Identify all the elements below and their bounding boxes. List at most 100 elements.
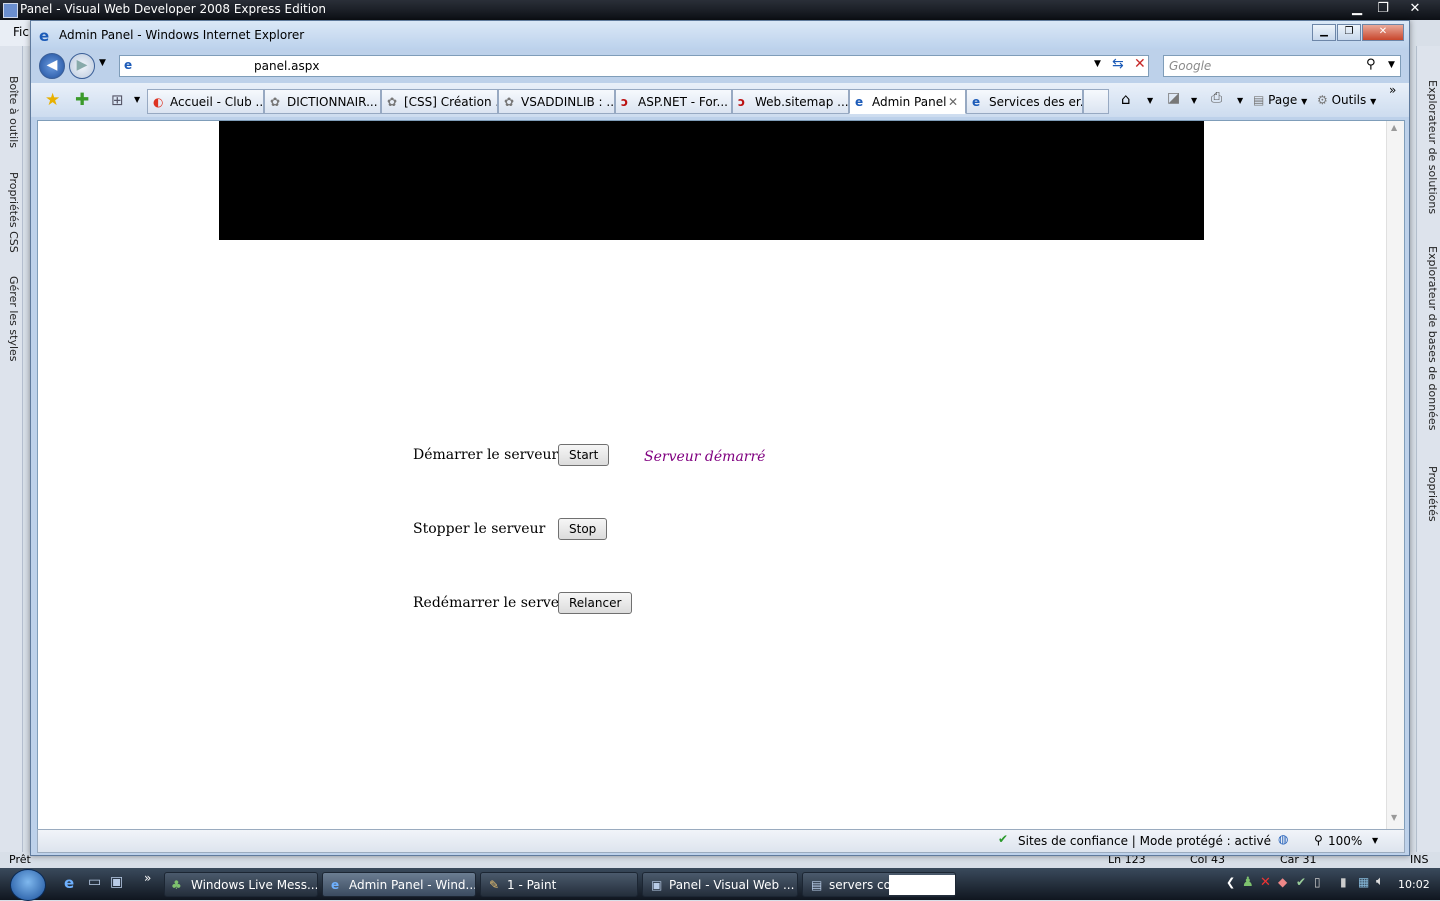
checkmark-icon: ✔ bbox=[998, 832, 1009, 846]
page-menu[interactable]: ▤ Page ▼ bbox=[1253, 93, 1307, 107]
restart-label: Redémarrer le serveur bbox=[413, 595, 575, 611]
page-icon: e bbox=[124, 58, 133, 72]
tab-label: ASP.NET - For... bbox=[638, 95, 728, 109]
taskbar-item-visual-web[interactable]: ▣ Panel - Visual Web ... bbox=[642, 872, 798, 897]
properties-tab[interactable]: Propriétés bbox=[1421, 466, 1439, 522]
more-commands-icon[interactable]: » bbox=[1389, 83, 1396, 97]
ie-minimize-icon[interactable]: ▁ bbox=[1312, 24, 1336, 41]
ie-title-bar: e Admin Panel - Windows Internet Explore… bbox=[31, 21, 1409, 49]
ready-status: Prêt bbox=[9, 853, 31, 866]
home-icon[interactable]: ⌂ bbox=[1121, 90, 1131, 108]
refresh-icon[interactable]: ⇆ bbox=[1112, 56, 1124, 72]
messenger-icon: ♣ bbox=[171, 878, 182, 892]
manage-styles-tab[interactable]: Gérer les styles bbox=[2, 276, 20, 362]
tab-web-sitemap[interactable]: ɔ Web.sitemap ... bbox=[732, 89, 849, 114]
address-bar[interactable]: e panel.aspx ▼ ⇆ ✕ bbox=[119, 55, 1149, 77]
more-quicklaunch-icon[interactable]: » bbox=[144, 871, 151, 885]
quick-tabs-icon[interactable]: ⊞ bbox=[111, 91, 124, 109]
ins-status: INS bbox=[1410, 853, 1429, 866]
new-tab-button[interactable] bbox=[1083, 89, 1109, 114]
tab-accueil[interactable]: ◐ Accueil - Club ... bbox=[147, 89, 264, 114]
tab-close-icon[interactable]: ✕ bbox=[948, 90, 958, 113]
tab-label: DICTIONNAIR... bbox=[287, 95, 378, 109]
ie-window-title: Admin Panel - Windows Internet Explorer bbox=[59, 28, 305, 42]
tray-app-icon[interactable]: ◆ bbox=[1278, 875, 1287, 889]
css-properties-tab[interactable]: Propriétés CSS bbox=[2, 172, 20, 253]
taskbar-item-servers[interactable]: ▤ servers cod bbox=[802, 872, 956, 897]
taskbar-item-label: 1 - Paint bbox=[507, 878, 557, 892]
back-arrow-icon[interactable]: ◀ bbox=[39, 53, 65, 79]
database-explorer-tab[interactable]: Explorateur de bases de données bbox=[1421, 246, 1439, 430]
zoom-dropdown-icon[interactable]: ▼ bbox=[1372, 836, 1378, 845]
scroll-down-icon[interactable]: ▼ bbox=[1391, 813, 1397, 822]
add-favorite-icon[interactable]: ✚ bbox=[75, 90, 89, 110]
security-zone-text[interactable]: Sites de confiance | Mode protégé : acti… bbox=[1018, 834, 1271, 848]
restore-icon[interactable]: ❐ bbox=[1370, 0, 1396, 18]
tray-check-icon[interactable]: ✔ bbox=[1296, 875, 1306, 889]
tab-aspnet[interactable]: ɔ ASP.NET - For... bbox=[615, 89, 732, 114]
stop-button[interactable]: Stop bbox=[558, 518, 608, 540]
feeds-dropdown-icon[interactable]: ▼ bbox=[1191, 96, 1197, 105]
explorer-icon: ▤ bbox=[811, 878, 823, 892]
show-desktop-icon[interactable]: ▭ bbox=[88, 874, 101, 890]
menu-item-file[interactable]: Fic bbox=[13, 25, 29, 39]
home-dropdown-icon[interactable]: ▼ bbox=[1147, 96, 1153, 105]
tab-services[interactable]: e Services des er... bbox=[966, 89, 1083, 114]
search-icon[interactable]: ⚲ bbox=[1366, 57, 1376, 72]
tray-battery-icon[interactable]: ▮ bbox=[1340, 875, 1347, 889]
zoom-level[interactable]: 100% bbox=[1328, 834, 1362, 848]
favorites-star-icon[interactable]: ★ bbox=[45, 90, 60, 110]
forward-arrow-icon[interactable]: ▶ bbox=[69, 53, 95, 79]
switch-windows-icon[interactable]: ▣ bbox=[110, 874, 123, 890]
print-icon[interactable]: ⎙ bbox=[1211, 90, 1222, 106]
messenger-tray-icon[interactable]: ♟ bbox=[1242, 875, 1254, 890]
print-dropdown-icon[interactable]: ▼ bbox=[1237, 96, 1243, 105]
feeds-icon[interactable]: ◪ bbox=[1167, 90, 1180, 106]
search-input[interactable]: Google ⚲ ▼ bbox=[1163, 55, 1401, 77]
ie-window: e Admin Panel - Windows Internet Explore… bbox=[30, 20, 1410, 856]
tray-expand-icon[interactable]: ❮ bbox=[1226, 876, 1235, 889]
restart-button[interactable]: Relancer bbox=[558, 592, 633, 614]
taskbar-item-paint[interactable]: ✎ 1 - Paint bbox=[480, 872, 638, 897]
start-button[interactable] bbox=[10, 869, 46, 901]
vs-left-dock: Boîte à outils Propriétés CSS Gérer les … bbox=[0, 46, 23, 854]
header-banner bbox=[219, 121, 1204, 240]
vs-icon: ▣ bbox=[651, 878, 663, 892]
address-dropdown-icon[interactable]: ▼ bbox=[1094, 59, 1101, 69]
gear-icon: ⚙ bbox=[1317, 93, 1328, 107]
stop-icon[interactable]: ✕ bbox=[1134, 56, 1146, 72]
tab-list-dropdown-icon[interactable]: ▼ bbox=[134, 95, 140, 104]
solution-explorer-tab[interactable]: Explorateur de solutions bbox=[1421, 80, 1439, 214]
tab-label: [CSS] Création ... bbox=[404, 95, 498, 109]
minimize-icon[interactable]: ▁ bbox=[1344, 0, 1370, 18]
close-icon[interactable]: ✕ bbox=[1402, 0, 1428, 18]
windows-taskbar: e ▭ ▣ » ♣ Windows Live Mess... e Admin Pan… bbox=[0, 868, 1440, 901]
taskbar-item-messenger[interactable]: ♣ Windows Live Mess... bbox=[164, 872, 318, 897]
tab-label: Web.sitemap ... bbox=[755, 95, 849, 109]
tab-vsaddinlib[interactable]: ✿ VSADDINLIB : ... bbox=[498, 89, 615, 114]
toolbox-tab[interactable]: Boîte à outils bbox=[2, 76, 20, 148]
tray-device-icon[interactable]: ▯ bbox=[1314, 875, 1321, 889]
vertical-scrollbar[interactable]: ▲ ▼ bbox=[1386, 121, 1404, 829]
globe-icon[interactable]: ◍ bbox=[1278, 832, 1288, 846]
antivirus-tray-icon[interactable]: ✕ bbox=[1260, 875, 1271, 890]
address-text: panel.aspx bbox=[254, 59, 320, 73]
page-menu-label: Page bbox=[1268, 93, 1298, 107]
tab-dictionnaire[interactable]: ✿ DICTIONNAIR... bbox=[264, 89, 381, 114]
volume-icon[interactable]: 🔈︎ bbox=[1376, 874, 1384, 889]
start-label: Démarrer le serveur bbox=[413, 447, 559, 463]
ie-restore-icon[interactable]: ❐ bbox=[1337, 24, 1361, 41]
start-button[interactable]: Start bbox=[558, 444, 610, 466]
scroll-up-icon[interactable]: ▲ bbox=[1391, 123, 1397, 132]
tab-label: Accueil - Club ... bbox=[170, 95, 264, 109]
tools-menu[interactable]: ⚙ Outils ▼ bbox=[1317, 93, 1376, 107]
tab-admin-panel[interactable]: e Admin Panel ✕ bbox=[849, 89, 966, 114]
search-dropdown-icon[interactable]: ▼ bbox=[1388, 60, 1395, 70]
clock[interactable]: 10:02 bbox=[1398, 878, 1430, 891]
ie-quicklaunch-icon[interactable]: e bbox=[64, 874, 74, 892]
history-dropdown-icon[interactable]: ▼ bbox=[99, 58, 106, 68]
network-icon[interactable]: ▦ bbox=[1358, 875, 1369, 889]
taskbar-item-admin-panel[interactable]: e Admin Panel - Wind... bbox=[322, 872, 476, 897]
tab-css-creation[interactable]: ✿ [CSS] Création ... bbox=[381, 89, 498, 114]
ie-close-icon[interactable]: ✕ bbox=[1362, 24, 1404, 41]
